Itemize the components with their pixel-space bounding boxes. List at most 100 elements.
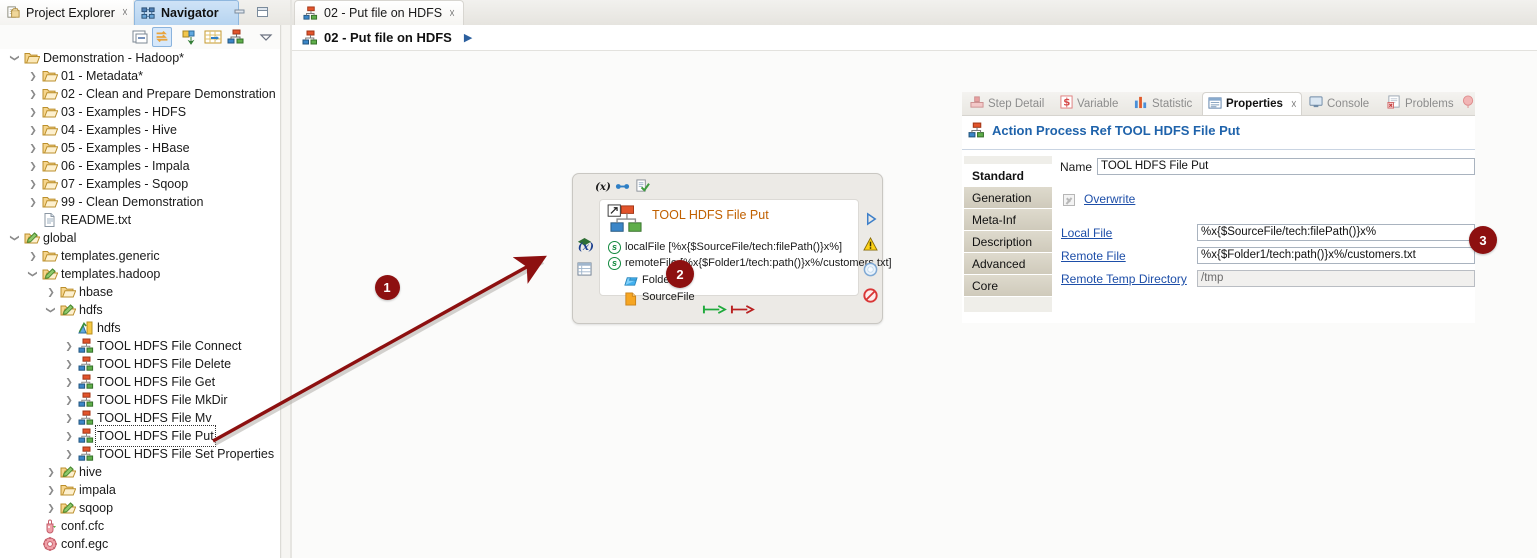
chevron-right-icon[interactable]: ❯ bbox=[64, 409, 74, 427]
tree-item[interactable]: ❯ hdfs bbox=[0, 301, 280, 319]
local-file-field[interactable]: %x{$SourceFile/tech:filePath()}x% bbox=[1197, 224, 1475, 241]
side-tab-meta-inf[interactable]: Meta-Inf bbox=[964, 209, 1052, 231]
process-node-tool-hdfs-file-put[interactable]: (x) (x) TOOL HDFS File Put s localFile [… bbox=[572, 173, 892, 324]
variable-xy-icon[interactable]: (x) bbox=[595, 180, 611, 196]
document-check-icon[interactable] bbox=[635, 179, 650, 196]
tree-item[interactable]: ❯ TOOL HDFS File Put bbox=[0, 425, 280, 447]
overwrite-checkbox[interactable] bbox=[1063, 194, 1075, 206]
tree-item[interactable]: ❯ templates.generic bbox=[0, 247, 280, 265]
tree-item[interactable]: ❯ TOOL HDFS File Set Properties bbox=[0, 445, 280, 463]
tab-console[interactable]: Console bbox=[1304, 92, 1382, 115]
side-tab-generation[interactable]: Generation bbox=[964, 187, 1052, 209]
view-menu-button[interactable] bbox=[256, 27, 276, 47]
tree-item[interactable]: ❯ sqoop bbox=[0, 499, 280, 517]
tree-item[interactable]: ❯ hbase bbox=[0, 283, 280, 301]
tree-item[interactable]: ❯ TOOL HDFS File Mv bbox=[0, 409, 280, 427]
tab-error[interactable] bbox=[1462, 92, 1476, 115]
chevron-down-icon[interactable]: ❯ bbox=[42, 305, 60, 315]
tree-item[interactable]: ❯ impala bbox=[0, 481, 280, 499]
tree-item[interactable]: ❯ templates.hadoop bbox=[0, 265, 280, 283]
chevron-right-icon[interactable]: ❯ bbox=[64, 391, 74, 409]
tree-item[interactable]: ❯ hive bbox=[0, 463, 280, 481]
tree-item[interactable]: ❯ global bbox=[0, 229, 280, 247]
link-icon[interactable] bbox=[615, 180, 630, 196]
side-tab-core[interactable]: Core bbox=[964, 275, 1052, 297]
chevron-right-icon[interactable]: ❯ bbox=[28, 103, 38, 121]
chevron-right-icon[interactable]: ❯ bbox=[64, 445, 74, 463]
remote-file-label[interactable]: Remote File bbox=[1061, 249, 1126, 263]
side-tab-description[interactable]: Description bbox=[964, 231, 1052, 253]
tree-item[interactable]: ❯ 02 - Clean and Prepare Demonstration bbox=[0, 85, 280, 103]
chevron-right-icon[interactable]: ❯ bbox=[46, 283, 56, 301]
tree-item[interactable]: ❯ 07 - Examples - Sqoop bbox=[0, 175, 280, 193]
tree-item[interactable]: ❯ 06 - Examples - Impala bbox=[0, 157, 280, 175]
chevron-down-icon[interactable]: ❯ bbox=[6, 53, 24, 63]
remote-temp-directory-field[interactable]: /tmp bbox=[1197, 270, 1475, 287]
side-tab-standard[interactable]: Standard bbox=[964, 165, 1052, 187]
collapse-all-button[interactable] bbox=[130, 27, 150, 47]
chevron-down-icon[interactable]: ❯ bbox=[6, 233, 24, 243]
close-icon[interactable]: ☓ bbox=[122, 6, 128, 19]
tree-item[interactable]: conf.egc bbox=[0, 535, 280, 553]
tab-properties[interactable]: Properties ☓ bbox=[1202, 92, 1302, 115]
tree-item[interactable]: ❯ 05 - Examples - HBase bbox=[0, 139, 280, 157]
chevron-right-icon[interactable]: ❯ bbox=[28, 193, 38, 211]
tree-item[interactable]: ❯ 03 - Examples - HDFS bbox=[0, 103, 280, 121]
chevron-right-icon[interactable]: ❯ bbox=[28, 121, 38, 139]
tree-item[interactable]: conf.cfc bbox=[0, 517, 280, 535]
chevron-right-icon[interactable]: ❯ bbox=[28, 157, 38, 175]
chevron-right-icon[interactable]: ❯ bbox=[28, 67, 38, 85]
tree-item[interactable]: ❯ 04 - Examples - Hive bbox=[0, 121, 280, 139]
tab-statistic[interactable]: Statistic bbox=[1129, 92, 1201, 115]
link-with-editor-button[interactable] bbox=[152, 27, 172, 47]
remote-file-field[interactable]: %x{$Folder1/tech:path()}x%/customers.txt bbox=[1197, 247, 1475, 264]
properties-side-tabs[interactable]: Standard Generation Meta-Inf Description… bbox=[964, 156, 1052, 313]
tree-item[interactable]: ❯ TOOL HDFS File Connect bbox=[0, 337, 280, 355]
chevron-right-icon[interactable]: ❯ bbox=[28, 247, 38, 265]
tree-item[interactable]: README.txt bbox=[0, 211, 280, 229]
chevron-right-icon[interactable]: ❯ bbox=[64, 337, 74, 355]
chevron-right-icon[interactable]: ❯ bbox=[46, 463, 56, 481]
name-field[interactable]: TOOL HDFS File Put bbox=[1097, 158, 1475, 175]
chevron-right-icon[interactable]: ❯ bbox=[64, 427, 74, 445]
chevron-right-icon[interactable]: ❯ bbox=[28, 139, 38, 157]
tree-item[interactable]: ❯ TOOL HDFS File Delete bbox=[0, 355, 280, 373]
close-icon[interactable]: ☓ bbox=[1291, 98, 1297, 111]
variable-green-icon[interactable]: (x) bbox=[576, 237, 594, 256]
remote-temp-directory-label[interactable]: Remote Temp Directory bbox=[1061, 272, 1187, 286]
overwrite-label[interactable]: Overwrite bbox=[1084, 192, 1135, 206]
close-icon[interactable]: ☓ bbox=[449, 7, 455, 20]
chevron-right-icon[interactable]: ❯ bbox=[46, 481, 56, 499]
tree-item[interactable]: ❯ Demonstration - Hadoop* bbox=[0, 49, 280, 67]
run-icon[interactable] bbox=[864, 212, 878, 229]
chevron-right-icon[interactable]: ❯ bbox=[64, 373, 74, 391]
tree-item[interactable]: ❯ TOOL HDFS File MkDir bbox=[0, 391, 280, 409]
chevron-down-icon[interactable]: ❯ bbox=[24, 269, 42, 279]
chevron-right-icon[interactable]: ❯ bbox=[64, 355, 74, 373]
table-icon[interactable] bbox=[577, 262, 592, 279]
filter-button[interactable] bbox=[180, 27, 200, 47]
tree-item[interactable]: hdfs bbox=[0, 319, 280, 337]
process-button[interactable] bbox=[226, 27, 246, 47]
tree-item[interactable]: ❯ TOOL HDFS File Get bbox=[0, 373, 280, 391]
warning-icon[interactable] bbox=[863, 236, 878, 254]
chevron-right-icon[interactable]: ❯ bbox=[46, 499, 56, 517]
breadcrumb-arrow-icon[interactable]: ▶ bbox=[464, 31, 472, 44]
project-tree[interactable]: ❯ Demonstration - Hadoop* ❯ 01 - Metadata* ❯… bbox=[0, 49, 280, 558]
side-tab-advanced[interactable]: Advanced bbox=[964, 253, 1052, 275]
tree-item[interactable]: ❯ 01 - Metadata* bbox=[0, 67, 280, 85]
breadcrumb-label[interactable]: 02 - Put file on HDFS bbox=[324, 30, 452, 45]
maximize-button[interactable] bbox=[255, 5, 270, 19]
chevron-right-icon[interactable]: ❯ bbox=[28, 85, 38, 103]
tab-project-explorer[interactable]: Project Explorer ☓ bbox=[0, 0, 133, 25]
tree-item[interactable]: ❯ 99 - Clean Demonstration bbox=[0, 193, 280, 211]
circle-icon[interactable] bbox=[863, 262, 878, 280]
minimize-button[interactable] bbox=[232, 5, 247, 19]
tab-navigator[interactable]: Navigator bbox=[134, 0, 239, 25]
tab-problems[interactable]: Problems bbox=[1382, 92, 1462, 115]
import-button[interactable] bbox=[203, 27, 223, 47]
tab-step-detail[interactable]: Step Detail bbox=[965, 92, 1053, 115]
editor-tab-put-file-on-hdfs[interactable]: 02 - Put file on HDFS ☓ bbox=[294, 0, 464, 25]
local-file-label[interactable]: Local File bbox=[1061, 226, 1112, 240]
chevron-right-icon[interactable]: ❯ bbox=[28, 175, 38, 193]
